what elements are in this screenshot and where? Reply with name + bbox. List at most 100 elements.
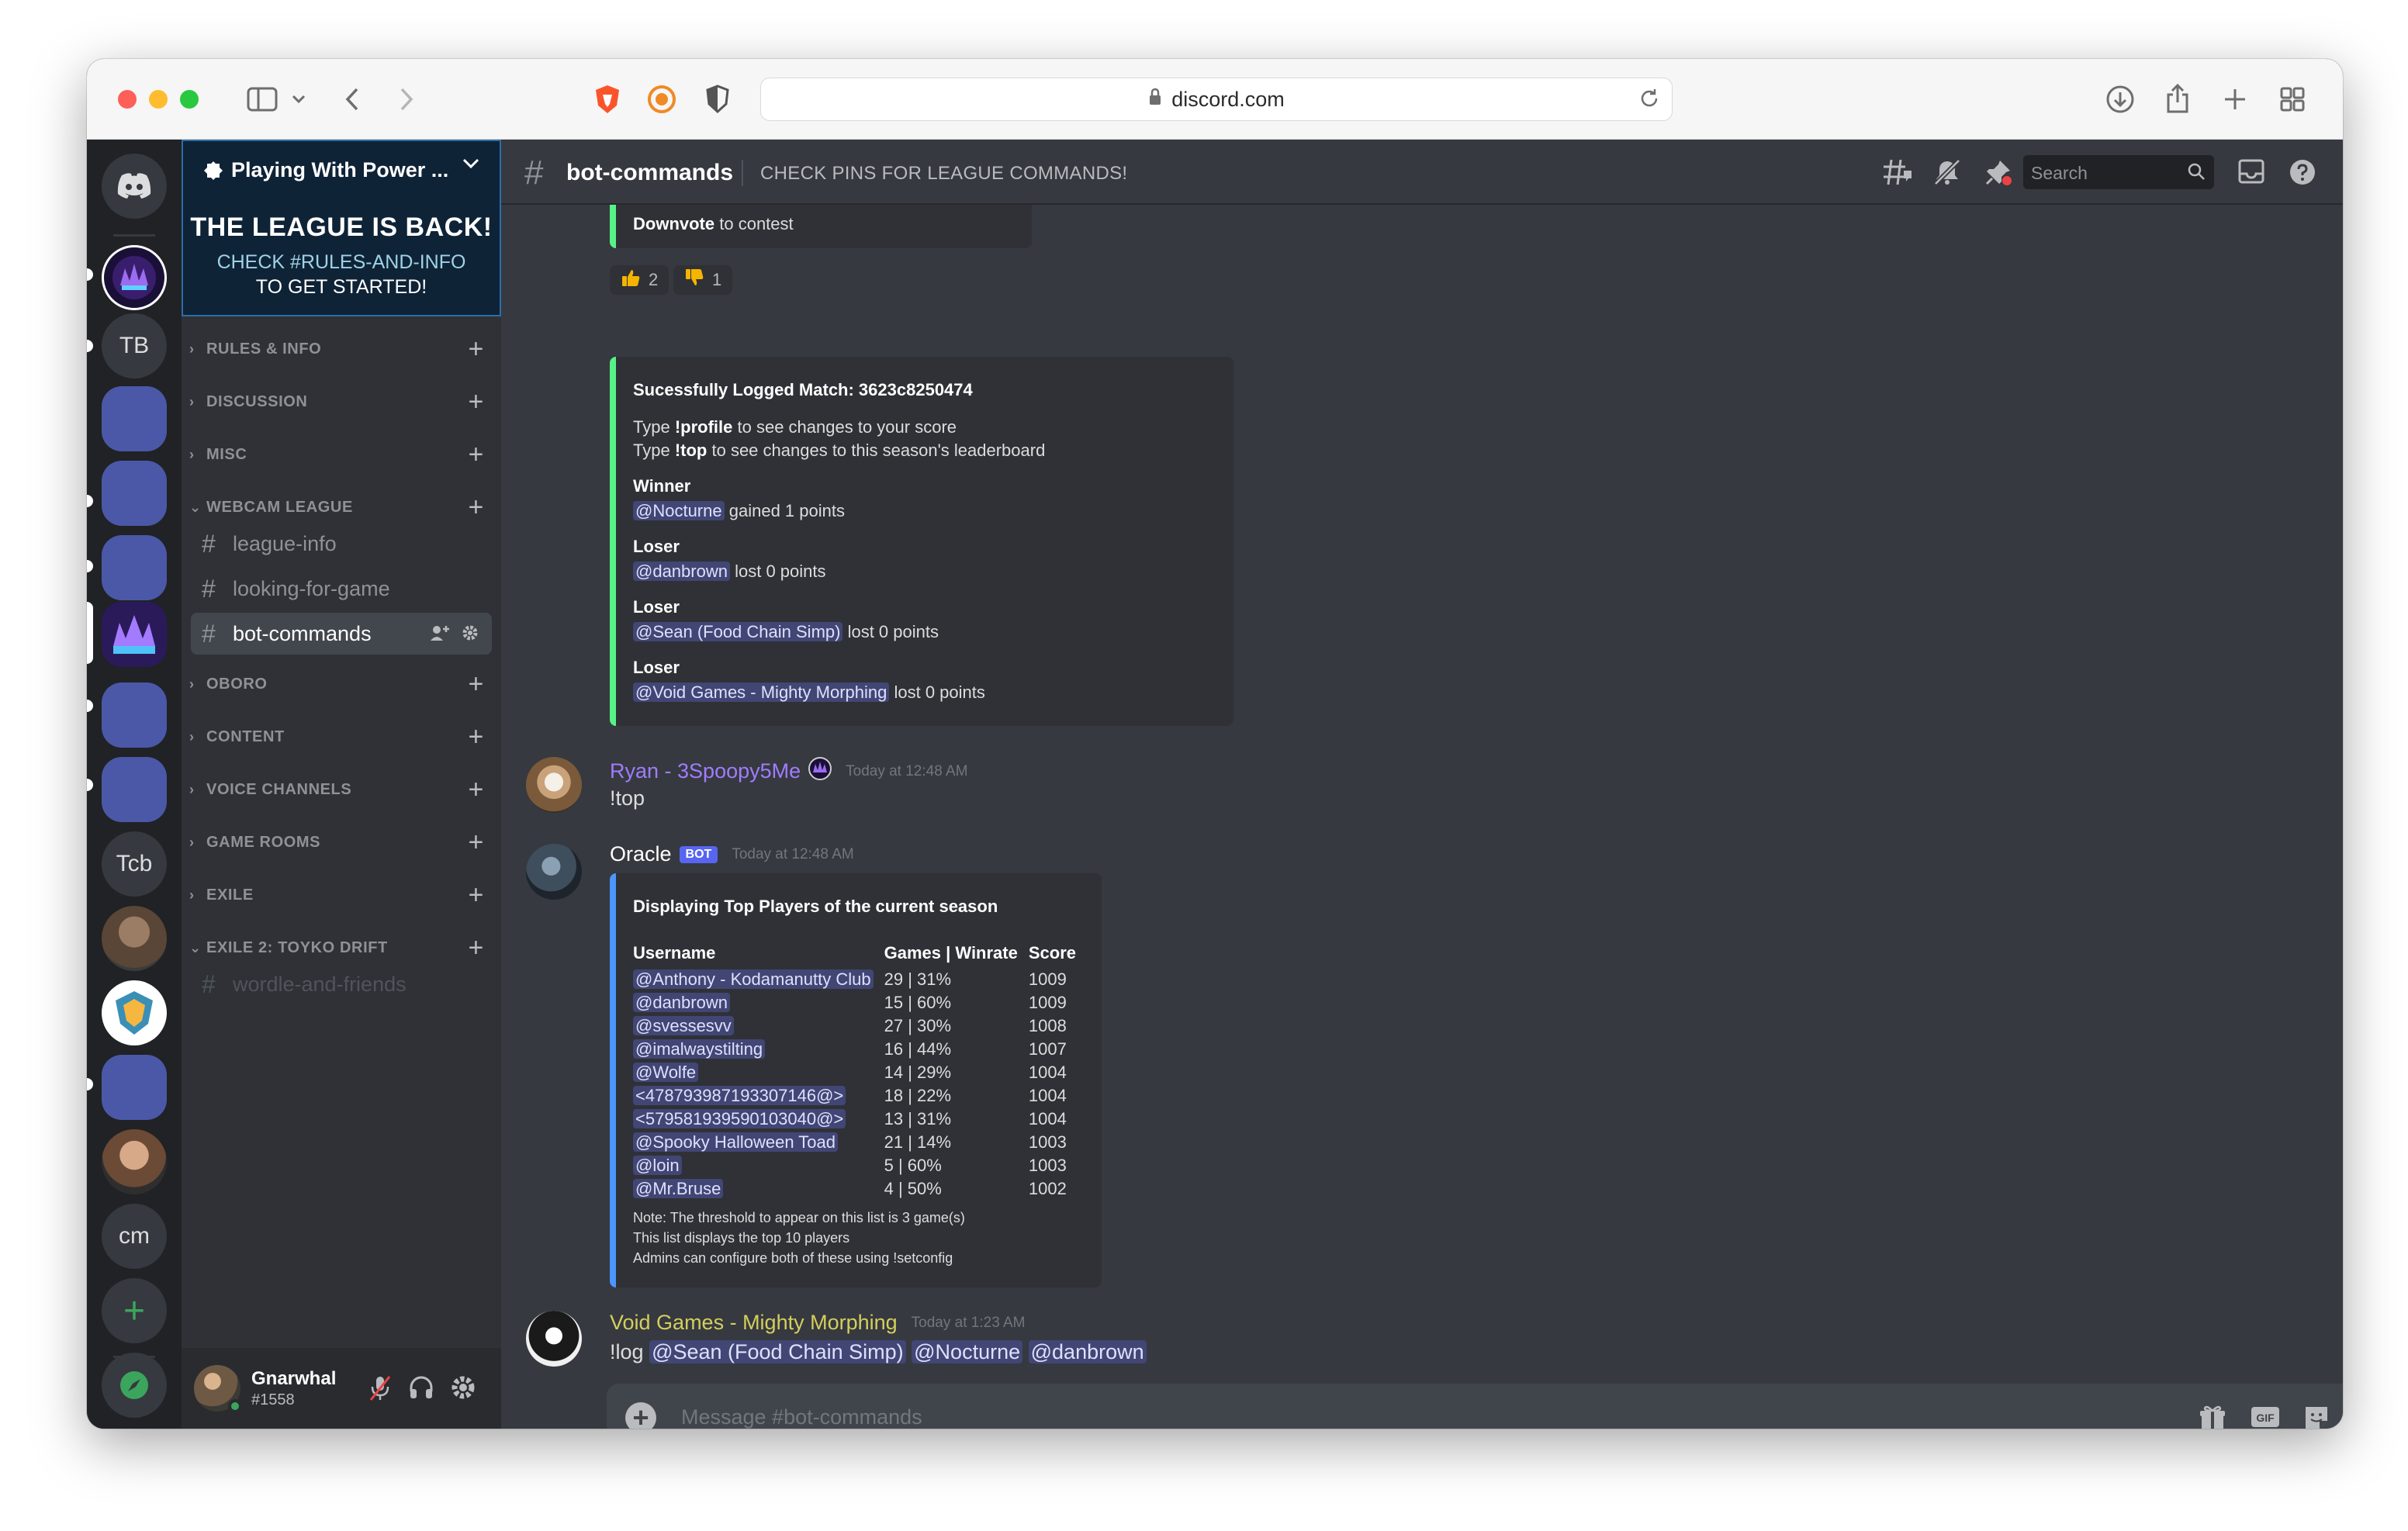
- server-icon-league[interactable]: [102, 245, 167, 310]
- chevron-down-icon[interactable]: [287, 81, 310, 118]
- minimize-window-button[interactable]: [149, 90, 168, 109]
- privacy-shield-icon[interactable]: [698, 81, 737, 118]
- server-folder-1[interactable]: [102, 386, 167, 451]
- create-channel-icon[interactable]: +: [469, 934, 484, 962]
- back-icon[interactable]: [337, 81, 368, 118]
- upload-plus-button[interactable]: +: [625, 1402, 656, 1429]
- gif-button[interactable]: GIF: [2250, 1404, 2281, 1429]
- message-author[interactable]: Oracle: [610, 842, 672, 866]
- mute-mic-icon[interactable]: [368, 1374, 393, 1406]
- threads-icon[interactable]: [1882, 158, 1913, 190]
- category-webcam-league[interactable]: ⌄ WEBCAM LEAGUE +: [189, 492, 492, 523]
- zoom-window-button[interactable]: [180, 90, 199, 109]
- channel-league-info[interactable]: # league-info: [191, 523, 492, 565]
- mention-sean[interactable]: @Sean (Food Chain Simp): [649, 1340, 906, 1363]
- reaction-thumbs-down[interactable]: 1: [673, 265, 733, 295]
- password-manager-icon[interactable]: [642, 81, 681, 118]
- forward-icon[interactable]: [391, 81, 422, 118]
- brave-shield-icon[interactable]: [588, 81, 627, 118]
- server-icon-portrait[interactable]: [102, 1129, 167, 1194]
- server-icon-tb[interactable]: TB: [102, 313, 167, 378]
- channel-wordle-and-friends[interactable]: # wordle-and-friends: [191, 963, 492, 1005]
- server-folder-6[interactable]: [102, 1055, 167, 1120]
- mention-void-games[interactable]: @Void Games - Mighty Morphing: [633, 683, 890, 702]
- invite-icon[interactable]: [430, 624, 450, 647]
- explore-servers-button[interactable]: [102, 1353, 167, 1418]
- user-settings-gear-icon[interactable]: [450, 1374, 476, 1405]
- reload-icon[interactable]: [1638, 87, 1661, 116]
- server-icon-cm[interactable]: cm: [102, 1204, 167, 1269]
- add-server-button[interactable]: +: [102, 1278, 167, 1343]
- channel-topic[interactable]: CHECK PINS FOR LEAGUE COMMANDS!: [760, 163, 1127, 185]
- create-channel-icon[interactable]: +: [469, 723, 484, 751]
- category-voice-channels[interactable]: › VOICE CHANNELS +: [189, 774, 492, 805]
- mention-sean[interactable]: @Sean (Food Chain Simp): [633, 622, 843, 641]
- user-mention[interactable]: @svessesvv: [633, 1016, 734, 1035]
- mention-danbrown[interactable]: @danbrown: [1028, 1340, 1147, 1363]
- user-mention[interactable]: @Anthony - Kodamanutty Club: [633, 969, 874, 989]
- category-rules-info[interactable]: › RULES & INFO +: [189, 334, 492, 365]
- new-tab-icon[interactable]: [2216, 81, 2254, 118]
- username[interactable]: Gnarwhal: [251, 1368, 336, 1390]
- create-channel-icon[interactable]: +: [469, 335, 484, 363]
- channel-looking-for-game[interactable]: # looking-for-game: [191, 568, 492, 610]
- server-icon-shield[interactable]: [102, 980, 167, 1045]
- gear-icon[interactable]: [461, 624, 479, 647]
- category-content[interactable]: › CONTENT +: [189, 721, 492, 752]
- category-oboro[interactable]: › OBORO +: [189, 669, 492, 700]
- gift-icon[interactable]: [2199, 1404, 2226, 1429]
- help-icon[interactable]: [2289, 158, 2316, 190]
- server-icon-playing-with-power[interactable]: [102, 602, 167, 667]
- chevron-down-icon[interactable]: [462, 158, 479, 173]
- channel-bot-commands[interactable]: # bot-commands: [191, 613, 492, 655]
- user-mention[interactable]: <478793987193307146@>: [633, 1086, 846, 1105]
- server-folder-3[interactable]: [102, 535, 167, 600]
- server-icon-tcb[interactable]: Tcb: [102, 831, 167, 897]
- downloads-icon[interactable]: [2101, 81, 2140, 118]
- create-channel-icon[interactable]: +: [469, 493, 484, 521]
- server-icon-sloth[interactable]: [102, 906, 167, 971]
- create-channel-icon[interactable]: +: [469, 388, 484, 416]
- category-discussion[interactable]: › DISCUSSION +: [189, 386, 492, 417]
- user-mention[interactable]: @Spooky Halloween Toad: [633, 1132, 838, 1152]
- notification-muted-icon[interactable]: [1933, 158, 1961, 190]
- user-mention[interactable]: @loin: [633, 1156, 682, 1175]
- category-exile[interactable]: › EXILE +: [189, 880, 492, 911]
- category-misc[interactable]: › MISC +: [189, 439, 492, 470]
- create-channel-icon[interactable]: +: [469, 881, 484, 909]
- avatar[interactable]: [526, 844, 582, 900]
- mention-nocturne[interactable]: @Nocturne: [912, 1340, 1023, 1363]
- server-folder-2[interactable]: [102, 461, 167, 526]
- create-channel-icon[interactable]: +: [469, 776, 484, 804]
- pinned-messages-icon[interactable]: [1984, 158, 2012, 190]
- close-window-button[interactable]: [118, 90, 137, 109]
- avatar[interactable]: [526, 757, 582, 813]
- create-channel-icon[interactable]: +: [469, 441, 484, 468]
- mention-nocturne[interactable]: @Nocturne: [633, 501, 725, 520]
- user-mention[interactable]: @danbrown: [633, 993, 730, 1012]
- user-mention[interactable]: <579581939590103040@>: [633, 1109, 846, 1128]
- category-game-rooms[interactable]: › GAME ROOMS +: [189, 827, 492, 858]
- tab-overview-icon[interactable]: [2273, 81, 2312, 118]
- mention-danbrown[interactable]: @danbrown: [633, 562, 730, 581]
- sticker-icon[interactable]: [2302, 1404, 2330, 1429]
- user-mention[interactable]: @Wolfe: [633, 1063, 699, 1082]
- user-mention[interactable]: @Mr.Bruse: [633, 1179, 724, 1198]
- user-mention[interactable]: @imalwaystilting: [633, 1039, 766, 1059]
- address-bar[interactable]: discord.com: [760, 78, 1673, 121]
- message-input[interactable]: Message #bot-commands: [681, 1405, 922, 1429]
- headphones-icon[interactable]: [408, 1374, 434, 1405]
- avatar[interactable]: [526, 1311, 582, 1367]
- message-author[interactable]: Ryan - 3Spoopy5Me: [610, 759, 801, 783]
- search-input[interactable]: Search: [2023, 155, 2214, 189]
- sidebar-toggle-icon[interactable]: [239, 81, 285, 118]
- message-author[interactable]: Void Games - Mighty Morphing: [610, 1311, 898, 1335]
- create-channel-icon[interactable]: +: [469, 670, 484, 698]
- server-folder-5[interactable]: [102, 757, 167, 822]
- category-exile-2[interactable]: ⌄ EXILE 2: TOYKO DRIFT +: [189, 932, 492, 963]
- server-banner[interactable]: Playing With Power ... THE LEAGUE IS BAC…: [182, 140, 501, 316]
- create-channel-icon[interactable]: +: [469, 828, 484, 856]
- server-folder-4[interactable]: [102, 683, 167, 748]
- server-name[interactable]: Playing With Power ...: [203, 158, 448, 182]
- reaction-thumbs-up[interactable]: 2: [610, 265, 669, 295]
